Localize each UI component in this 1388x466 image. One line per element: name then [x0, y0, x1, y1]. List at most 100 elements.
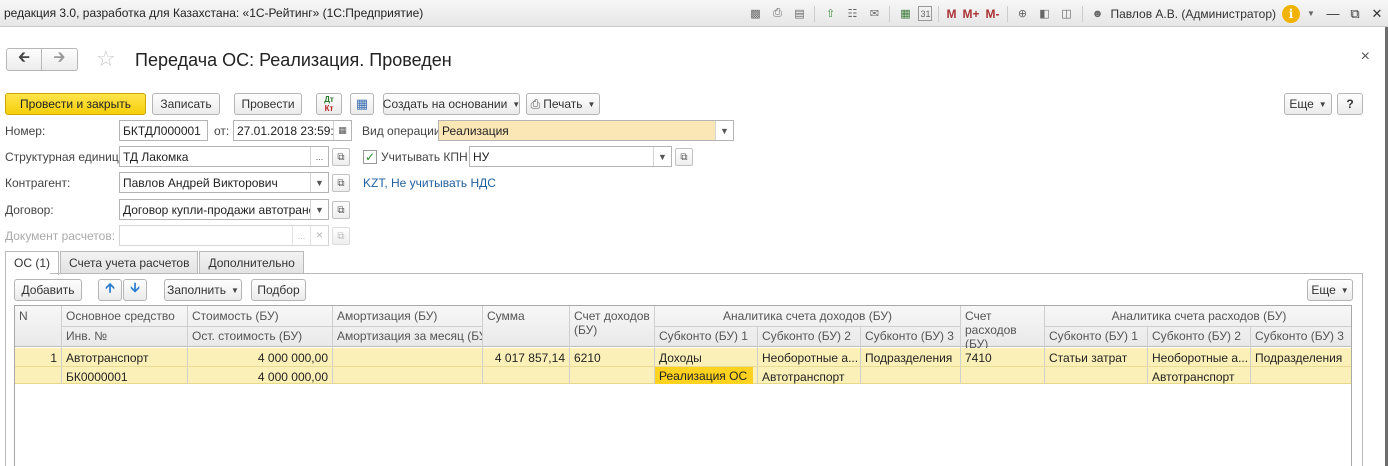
col-expense-account-header[interactable]: Счет расходов (БУ): [961, 307, 1044, 353]
cell-inc-sub1-b[interactable]: Реализация ОС: [655, 367, 753, 384]
col-exp-sub2-header[interactable]: Субконто (БУ) 2: [1148, 327, 1250, 345]
close-form-button[interactable]: ×: [1361, 48, 1370, 66]
cell-n[interactable]: 1: [15, 349, 61, 367]
document-icon[interactable]: ☷: [843, 5, 861, 23]
cell-inc-sub3[interactable]: Подразделения: [861, 349, 960, 367]
cell-exp-sub3[interactable]: Подразделения: [1251, 349, 1351, 367]
chevron-down-icon[interactable]: ▼: [310, 173, 328, 192]
col-inc-sub2-header[interactable]: Субконто (БУ) 2: [758, 327, 860, 345]
cell-expense-account[interactable]: 7410: [961, 349, 1044, 367]
cell-residual[interactable]: 4 000 000,00: [188, 368, 332, 386]
col-exp-sub1-header[interactable]: Субконто (БУ) 1: [1045, 327, 1147, 345]
col-income-account-header[interactable]: Счет доходов (БУ): [570, 307, 654, 339]
pick-button[interactable]: Подбор: [251, 279, 306, 301]
cell-exp-sub2[interactable]: Необоротные а...: [1148, 349, 1250, 367]
settlement-doc-field[interactable]: ... ✕: [119, 225, 329, 246]
forward-button[interactable]: 🡲: [42, 48, 78, 71]
cell-exp-sub2-b[interactable]: Автотранспорт: [1148, 368, 1250, 386]
cell-amort-month[interactable]: [333, 368, 482, 372]
cell-cost[interactable]: 4 000 000,00: [188, 349, 332, 367]
col-cost-header[interactable]: Стоимость (БУ): [188, 307, 332, 325]
col-income-analytics-header[interactable]: Аналитика счета доходов (БУ): [655, 307, 960, 325]
ellipsis-icon[interactable]: ...: [310, 147, 328, 166]
col-amort-header[interactable]: Амортизация (БУ): [333, 307, 482, 325]
chevron-down-icon[interactable]: ▼: [310, 200, 328, 219]
col-asset-header[interactable]: Основное средство: [62, 307, 187, 325]
open-icon[interactable]: ⧉: [332, 201, 350, 219]
table-more-button[interactable]: Еще ▼: [1307, 279, 1353, 301]
open-icon[interactable]: ⧉: [332, 148, 350, 166]
save-button[interactable]: Записать: [152, 93, 220, 115]
dtkt-button[interactable]: Дт Кт: [316, 93, 342, 115]
tab-settlement-accounts[interactable]: Счета учета расчетов: [60, 251, 199, 274]
calendar-icon[interactable]: ▦: [333, 121, 351, 140]
zoom-icon[interactable]: ⊕: [1014, 5, 1032, 23]
move-up-button[interactable]: 🡩: [98, 279, 122, 301]
current-user[interactable]: Павлов А.В. (Администратор): [1111, 7, 1277, 21]
fill-button[interactable]: Заполнить ▼: [164, 279, 242, 301]
cell-inv[interactable]: БК0000001: [62, 368, 187, 386]
col-inc-sub3-header[interactable]: Субконто (БУ) 3: [861, 327, 960, 345]
cell-exp-sub1[interactable]: Статьи затрат: [1045, 349, 1147, 367]
restore-button[interactable]: ⧉: [1344, 3, 1366, 25]
tab-additional[interactable]: Дополнительно: [199, 251, 304, 274]
close-window-button[interactable]: ✕: [1366, 3, 1388, 25]
memory-m-button[interactable]: M: [946, 7, 956, 21]
open-icon[interactable]: ⧉: [332, 227, 350, 245]
cell-asset[interactable]: Автотранспорт: [62, 349, 187, 367]
structural-unit-field[interactable]: ТД Лакомка ...: [119, 146, 329, 167]
minimize-button[interactable]: —: [1322, 3, 1344, 25]
chevron-down-icon[interactable]: ▼: [1302, 5, 1320, 23]
calendar-icon[interactable]: 31: [918, 6, 933, 21]
cell-inc-sub2-b[interactable]: Автотранспорт: [758, 368, 860, 386]
date-field[interactable]: 27.01.2018 23:59:5 ▦: [233, 120, 352, 141]
col-inv-header[interactable]: Инв. №: [62, 327, 187, 345]
print-button[interactable]: ⎙ Печать ▼: [526, 93, 600, 115]
save-icon[interactable]: ▩: [746, 5, 764, 23]
calculator-icon[interactable]: ▦: [896, 5, 914, 23]
post-and-close-button[interactable]: Провести и закрыть: [5, 93, 146, 115]
col-n-header[interactable]: N: [15, 307, 61, 325]
memory-mminus-button[interactable]: M-: [986, 7, 1000, 21]
chevron-down-icon[interactable]: ▼: [653, 147, 671, 166]
memory-mplus-button[interactable]: M+: [962, 7, 979, 21]
move-down-button[interactable]: 🡫: [123, 279, 147, 301]
number-field[interactable]: БКТДЛ000001: [119, 120, 208, 141]
email-icon[interactable]: ✉: [865, 5, 883, 23]
structure-button[interactable]: ▦: [350, 93, 374, 115]
more-button[interactable]: Еще ▼: [1284, 93, 1332, 115]
tab-fixed-assets[interactable]: ОС (1): [5, 251, 59, 275]
col-amort-month-header[interactable]: Амортизация за месяц (БУ): [333, 327, 482, 345]
counterparty-field[interactable]: Павлов Андрей Викторович ▼: [119, 172, 329, 193]
post-button[interactable]: Провести: [234, 93, 302, 115]
favorite-star-icon[interactable]: ☆: [96, 46, 116, 72]
back-button[interactable]: 🡰: [6, 48, 42, 71]
open-icon[interactable]: ⧉: [675, 148, 693, 166]
kpn-checkbox[interactable]: ✓: [363, 150, 377, 164]
cell-sum[interactable]: 4 017 857,14: [483, 349, 569, 367]
vat-link[interactable]: KZT, Не учитывать НДС: [363, 176, 496, 190]
columns-icon[interactable]: ◫: [1058, 5, 1076, 23]
col-exp-sub3-header[interactable]: Субконто (БУ) 3: [1251, 327, 1351, 345]
col-inc-sub1-header[interactable]: Субконто (БУ) 1: [655, 327, 757, 345]
cell-inc-sub1[interactable]: Доходы: [655, 349, 757, 367]
preview-icon[interactable]: ▤: [790, 5, 808, 23]
cell-inc-sub2[interactable]: Необоротные а...: [758, 349, 860, 367]
ellipsis-icon[interactable]: ...: [292, 226, 310, 245]
col-expense-analytics-header[interactable]: Аналитика счета расходов (БУ): [1045, 307, 1351, 325]
cell-income-account[interactable]: 6210: [570, 349, 654, 367]
info-icon[interactable]: i: [1282, 4, 1300, 23]
upload-icon[interactable]: ⇧: [821, 5, 839, 23]
create-based-on-button[interactable]: Создать на основании ▼: [383, 93, 520, 115]
add-row-button[interactable]: Добавить: [14, 279, 82, 301]
panel-icon[interactable]: ◧: [1036, 5, 1054, 23]
operation-field[interactable]: Реализация ▼: [438, 120, 734, 141]
contract-field[interactable]: Договор купли-продажи автотрансп ▼: [119, 199, 329, 220]
help-button[interactable]: ?: [1337, 93, 1363, 115]
print-icon[interactable]: ⎙: [768, 5, 786, 23]
open-icon[interactable]: ⧉: [332, 174, 350, 192]
clear-icon[interactable]: ✕: [310, 226, 328, 245]
assets-table[interactable]: N Основное средство Инв. № Стоимость (БУ…: [14, 305, 1352, 466]
chevron-down-icon[interactable]: ▼: [715, 121, 733, 140]
col-residual-header[interactable]: Ост. стоимость (БУ): [188, 327, 332, 345]
